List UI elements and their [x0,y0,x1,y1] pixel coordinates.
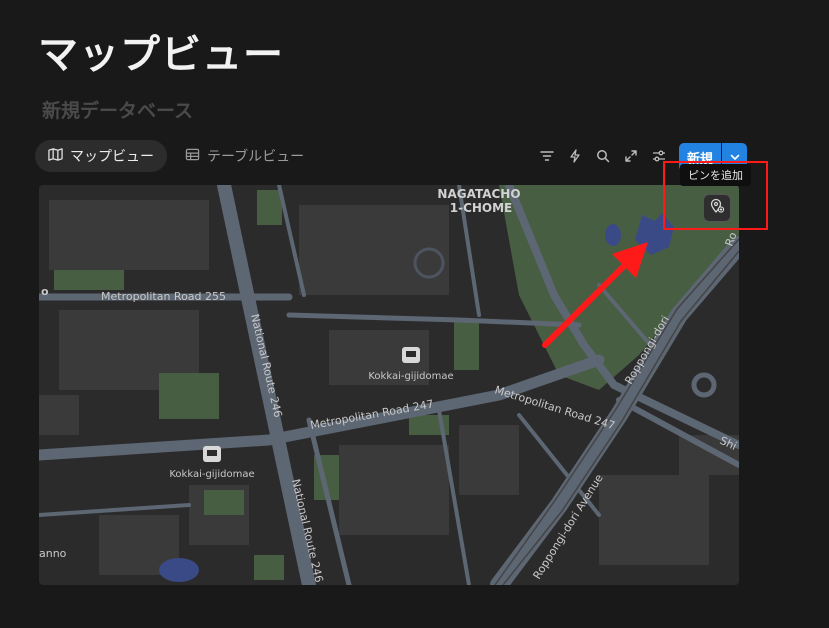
expand-icon[interactable] [621,146,641,166]
map-canvas[interactable]: NAGATACHO 1-CHOME Metropolitan Road 255 … [39,185,739,585]
map-label-station: Kokkai-gijidomae [368,371,453,382]
page-title: マップビュー [38,32,284,78]
add-pin-button[interactable] [703,194,731,222]
map-label-district: NAGATACHO [437,187,520,201]
sliders-icon[interactable] [649,146,669,166]
filter-icon[interactable] [537,146,557,166]
database-subtitle[interactable]: 新規データベース [42,96,193,123]
station-icon [402,347,420,363]
map-icon [48,147,63,166]
search-icon[interactable] [593,146,613,166]
map-label-edge: o [41,285,49,298]
tab-table-label: テーブルビュー [207,149,305,165]
map-label-edge: anno [39,547,67,560]
tab-map-view[interactable]: マップビュー [35,140,167,172]
map-label-road: Metropolitan Road 255 [101,290,226,303]
tab-table-view[interactable]: テーブルビュー [172,140,317,172]
table-icon [185,147,200,166]
map-label-station: Kokkai-gijidomae [169,469,254,480]
tab-map-label: マップビュー [70,149,154,165]
pin-add-icon [709,198,725,218]
map-label-district: 1-CHOME [450,201,513,215]
station-icon [203,446,221,462]
lightning-icon[interactable] [565,146,585,166]
add-pin-tooltip: ピンを追加 [680,164,751,186]
